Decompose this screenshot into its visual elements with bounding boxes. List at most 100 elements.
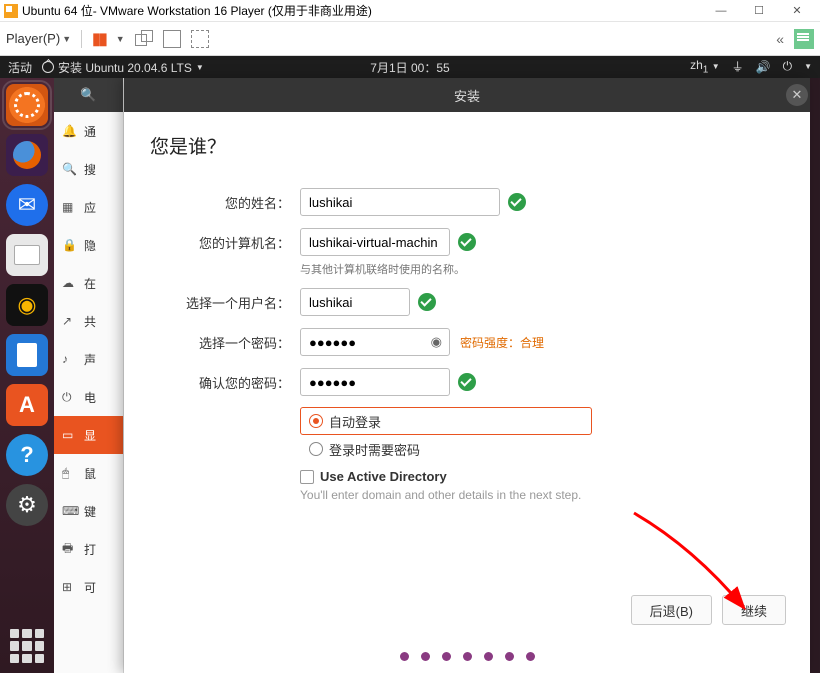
dock-software-icon[interactable] — [6, 384, 48, 426]
settings-item-label: 电 — [84, 389, 96, 406]
settings-sidebar: 🔍 🔔通🔍搜▦应🔒隐☁在↗共♪声⏻电▭显🖱鼠⌨键🖶打⊞可 — [54, 78, 124, 673]
auto-login-label: 自动登录 — [329, 412, 381, 431]
dock-show-apps-icon[interactable] — [6, 84, 48, 126]
settings-item-icon: ⏻ — [62, 390, 76, 405]
settings-item[interactable]: ⊞可 — [54, 568, 123, 606]
dialog-heading: 您是谁？ — [150, 132, 784, 159]
send-keys-icon[interactable] — [135, 30, 153, 48]
password-strength: 密码强度：合理 — [460, 334, 544, 351]
active-directory-checkbox[interactable]: Use Active Directory — [300, 469, 784, 484]
dock-help-icon[interactable] — [6, 434, 48, 476]
pause-icon[interactable]: ▮▮ — [92, 29, 106, 49]
dock-settings-icon[interactable] — [6, 484, 48, 526]
name-input[interactable] — [300, 188, 500, 216]
dialog-title: 安装 — [454, 86, 480, 105]
radio-dot-icon — [309, 414, 323, 428]
settings-item[interactable]: ▦应 — [54, 188, 123, 226]
minimize-button[interactable]: — — [702, 1, 740, 21]
settings-item[interactable]: 🔍搜 — [54, 150, 123, 188]
settings-item[interactable]: ▭显 — [54, 416, 123, 454]
dropdown-icon: ▼ — [62, 34, 71, 44]
installer-dialog: 安装 — 您是谁？ 您的姓名： 您的计算机名： 与其他计算机联络时使用的名称。 … — [124, 78, 810, 673]
settings-item-icon: ⊞ — [62, 580, 76, 594]
gnome-top-bar: 活动 安装 Ubuntu 20.04.6 LTS ▼ 7月1日 00：55 zh… — [0, 56, 820, 78]
dock-apps-grid-icon[interactable] — [10, 629, 44, 663]
settings-item-label: 隐 — [84, 237, 96, 254]
login-options: 自动登录 登录时需要密码 — [300, 407, 592, 463]
vmware-toolbar: Player(P) ▼ ▮▮ ▼ « — [0, 22, 820, 56]
dock-rhythmbox-icon[interactable] — [6, 284, 48, 326]
auto-login-radio[interactable]: 自动登录 — [300, 407, 592, 435]
maximize-button[interactable]: ☐ — [740, 1, 778, 21]
username-label: 选择一个用户名： — [150, 293, 290, 312]
settings-item-label: 通 — [84, 123, 96, 140]
fullscreen-icon[interactable] — [163, 30, 181, 48]
confirm-input[interactable] — [300, 368, 450, 396]
password-input[interactable] — [300, 328, 450, 356]
username-input[interactable] — [300, 288, 410, 316]
settings-item-label: 应 — [84, 199, 96, 216]
separator — [81, 30, 82, 48]
collapse-icon[interactable]: « — [776, 31, 784, 47]
dock-firefox-icon[interactable] — [6, 134, 48, 176]
eye-icon[interactable]: ◉ — [431, 334, 442, 350]
continue-button[interactable]: 继续 — [722, 595, 786, 625]
settings-item-label: 声 — [84, 351, 96, 368]
computer-hint: 与其他计算机联络时使用的名称。 — [300, 261, 784, 277]
settings-item-label: 搜 — [84, 161, 96, 178]
dock-writer-icon[interactable] — [6, 334, 48, 376]
settings-item[interactable]: 🖱鼠 — [54, 454, 123, 492]
desktop: 🔍 🔔通🔍搜▦应🔒隐☁在↗共♪声⏻电▭显🖱鼠⌨键🖶打⊞可 ✕ 安装 — 您是谁？… — [0, 78, 820, 673]
settings-item-icon: ↗ — [62, 314, 76, 328]
settings-item[interactable]: ⏻电 — [54, 378, 123, 416]
close-button[interactable]: ✕ — [778, 1, 816, 21]
dropdown-icon[interactable]: ▼ — [116, 34, 125, 44]
settings-item[interactable]: 🖶打 — [54, 530, 123, 568]
notes-icon[interactable] — [794, 29, 814, 49]
settings-item-label: 键 — [84, 503, 96, 520]
window-title: Ubuntu 64 位- VMware Workstation 16 Playe… — [4, 2, 702, 19]
check-ok-icon — [458, 373, 476, 391]
check-ok-icon — [508, 193, 526, 211]
radio-dot-icon — [309, 442, 323, 456]
windows-titlebar: Ubuntu 64 位- VMware Workstation 16 Playe… — [0, 0, 820, 22]
settings-item-icon: ▭ — [62, 428, 76, 442]
dock-files-icon[interactable] — [6, 234, 48, 276]
dock-thunderbird-icon[interactable] — [6, 184, 48, 226]
unity-icon[interactable] — [191, 30, 209, 48]
checkbox-icon — [300, 470, 314, 484]
ad-label: Use Active Directory — [320, 469, 447, 484]
settings-item[interactable]: 🔔通 — [54, 112, 123, 150]
window-title-text: Ubuntu 64 位- VMware Workstation 16 Playe… — [22, 2, 372, 19]
dialog-close-button[interactable]: ✕ — [786, 84, 808, 106]
settings-item[interactable]: 🔒隐 — [54, 226, 123, 264]
player-menu[interactable]: Player(P) ▼ — [6, 31, 71, 46]
clock[interactable]: 7月1日 00：55 — [0, 59, 820, 76]
settings-item[interactable]: ☁在 — [54, 264, 123, 302]
settings-item-icon: 🔔 — [62, 124, 76, 138]
dialog-footer: 后退(B) 继续 — [631, 595, 786, 625]
settings-item[interactable]: ↗共 — [54, 302, 123, 340]
back-button[interactable]: 后退(B) — [631, 595, 712, 625]
settings-item-icon: 🔍 — [62, 162, 76, 176]
computer-input[interactable] — [300, 228, 450, 256]
settings-search[interactable]: 🔍 — [54, 78, 123, 112]
ad-hint: You'll enter domain and other details in… — [300, 488, 784, 502]
settings-item-label: 鼠 — [84, 465, 96, 482]
settings-item-icon: 🖶 — [62, 539, 76, 560]
name-label: 您的姓名： — [150, 193, 290, 212]
require-password-label: 登录时需要密码 — [329, 440, 420, 459]
settings-item-icon: ♪ — [62, 352, 76, 366]
settings-item-icon: 🔒 — [62, 238, 76, 252]
window-controls: — ☐ ✕ — [702, 1, 816, 21]
settings-item[interactable]: ⌨键 — [54, 492, 123, 530]
progress-dots — [124, 652, 810, 661]
settings-item-icon: ☁ — [62, 276, 76, 290]
settings-item-icon: ⌨ — [62, 504, 76, 518]
require-password-radio[interactable]: 登录时需要密码 — [300, 435, 592, 463]
settings-item[interactable]: ♪声 — [54, 340, 123, 378]
dock — [0, 78, 54, 673]
settings-item-label: 可 — [84, 579, 96, 596]
settings-item-label: 显 — [84, 427, 96, 444]
confirm-label: 确认您的密码： — [150, 373, 290, 392]
